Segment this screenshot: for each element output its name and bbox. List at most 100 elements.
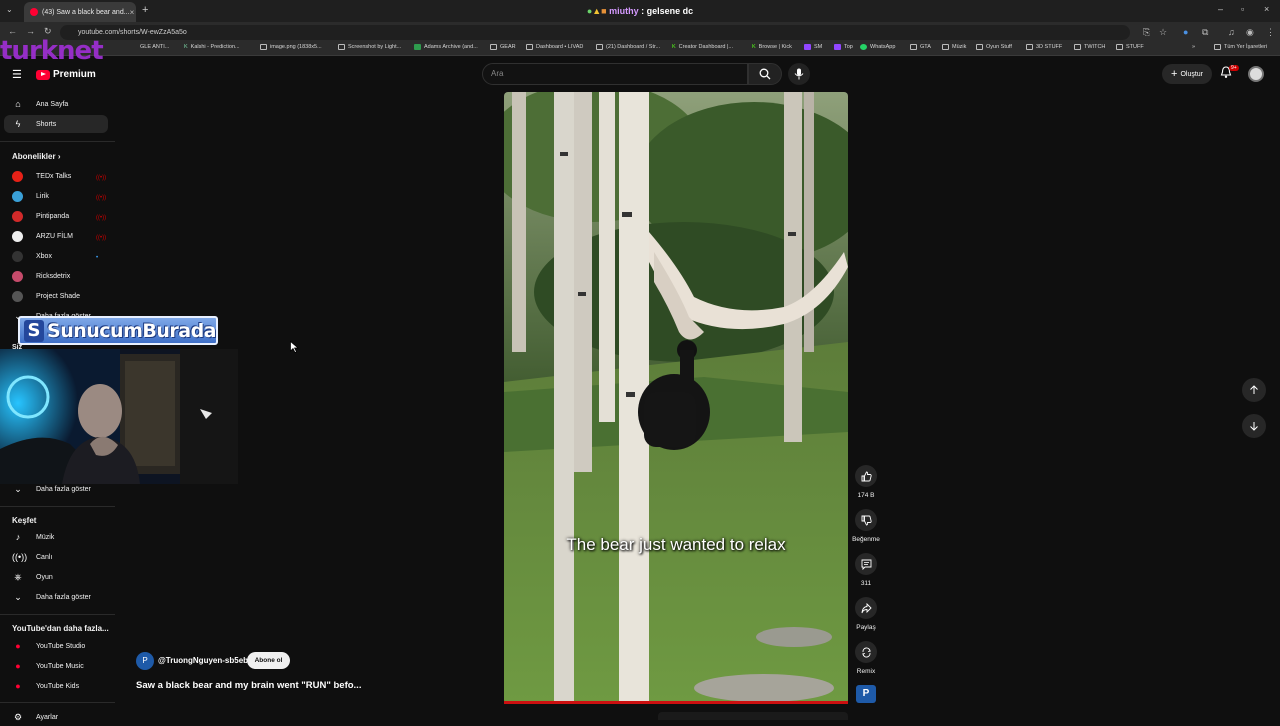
short-video-player[interactable] bbox=[504, 92, 848, 704]
address-row: ← → ↻ youtube.com/shorts/W-ewZzA5a5o ⎘ ☆… bbox=[0, 22, 1280, 42]
channel-avatar bbox=[12, 210, 23, 222]
chevron-right-icon: › bbox=[57, 152, 61, 161]
subscription-channel[interactable]: ARZU FİLM ((•)) bbox=[4, 227, 108, 245]
bookmark-folder[interactable]: 3D STUFF bbox=[1026, 44, 1062, 50]
subscription-channel[interactable]: Ricksdetrix bbox=[4, 267, 108, 285]
live-indicator-icon: ((•)) bbox=[96, 194, 107, 201]
sidebar-item-shorts[interactable]: ϟ Shorts bbox=[4, 115, 108, 133]
bookmark-folder[interactable]: GEAR bbox=[490, 44, 516, 50]
subscription-channel[interactable]: Lirik ((•)) bbox=[4, 187, 108, 205]
bookmark-folder[interactable]: TWITCH bbox=[1074, 44, 1105, 50]
youtube-music-icon: ● bbox=[15, 661, 21, 671]
channel-avatar[interactable]: P bbox=[136, 652, 154, 670]
maximize-icon[interactable]: ▫ bbox=[1241, 4, 1244, 14]
bookmark-star-icon[interactable]: ☆ bbox=[1159, 27, 1167, 38]
music-note-icon: ♪ bbox=[15, 532, 21, 542]
search-button[interactable] bbox=[748, 63, 782, 85]
channel-avatar bbox=[12, 270, 23, 282]
sidebar-item-home[interactable]: ⌂ Ana Sayfa bbox=[4, 95, 108, 113]
banner-logo: S bbox=[24, 319, 45, 342]
bookmark-item[interactable]: Adams Archive (and... bbox=[414, 44, 478, 50]
chevron-down-icon: ⌄ bbox=[14, 591, 22, 602]
youtube-logo[interactable]: Premium bbox=[36, 69, 96, 80]
video-progress-bar[interactable] bbox=[504, 701, 848, 704]
all-bookmarks[interactable]: Tüm Yer İşaretleri bbox=[1214, 44, 1267, 50]
subscription-channel[interactable]: Project Shade bbox=[4, 287, 108, 305]
plus-icon: + bbox=[1171, 68, 1178, 80]
sidebar-item-settings[interactable]: ⚙ Ayarlar bbox=[4, 708, 108, 726]
bookmark-folder[interactable]: STUFF bbox=[1116, 44, 1144, 50]
sidebar-item-youtube-studio[interactable]: ● YouTube Studio bbox=[4, 637, 108, 655]
bookmark-item[interactable]: (21) Dashboard / Str... bbox=[596, 44, 660, 50]
bookmark-item[interactable]: Dashboard • LIVAD bbox=[526, 44, 583, 50]
live-indicator-icon: ((•)) bbox=[96, 234, 107, 241]
close-window-icon[interactable]: × bbox=[1264, 4, 1269, 14]
bookmark-item[interactable]: K Browse | Kick bbox=[752, 44, 792, 50]
comments-button[interactable]: 311 bbox=[849, 553, 883, 587]
bookmark-folder[interactable]: Oyun Stuff bbox=[976, 44, 1012, 50]
more-bookmarks-icon[interactable]: » bbox=[1192, 44, 1195, 50]
subscribe-button[interactable]: Abone ol bbox=[247, 652, 290, 669]
sidebar-item-label: Ana Sayfa bbox=[36, 100, 69, 108]
microphone-icon bbox=[794, 68, 804, 80]
sidebar-item-youtube-music[interactable]: ● YouTube Music bbox=[4, 657, 108, 675]
next-short-preview[interactable] bbox=[658, 712, 848, 720]
thumbs-down-icon bbox=[861, 515, 872, 525]
arrow-down-icon bbox=[1250, 422, 1258, 431]
logo-text: Premium bbox=[53, 69, 96, 80]
short-title[interactable]: Saw a black bear and my brain went "RUN"… bbox=[136, 680, 361, 691]
address-bar[interactable]: youtube.com/shorts/W-ewZzA5a5o bbox=[60, 25, 1130, 40]
voice-search-button[interactable] bbox=[788, 63, 810, 85]
channel-avatar bbox=[12, 290, 23, 302]
bookmark-item[interactable]: SM bbox=[804, 44, 822, 50]
bookmark-item[interactable]: WhatsApp bbox=[860, 44, 895, 50]
subscriptions-heading[interactable]: Abonelikler › bbox=[12, 152, 60, 161]
stream-title: ●▲■ miuthy : gelsene dc bbox=[586, 6, 694, 16]
share-button[interactable]: Paylaş bbox=[849, 597, 883, 631]
remix-button[interactable]: Remix bbox=[849, 641, 883, 675]
subscription-channel[interactable]: Xbox • bbox=[4, 247, 108, 265]
show-more-explore[interactable]: ⌄ Daha fazla göster bbox=[4, 588, 108, 606]
chrome-menu-icon[interactable]: ⋮ bbox=[1266, 27, 1275, 38]
bookmark-item[interactable]: GLE ANTI... bbox=[140, 44, 169, 50]
bookmark-item[interactable]: K Kalshi - Prediction... bbox=[184, 44, 240, 50]
dislike-button[interactable]: Beğenme bbox=[849, 509, 883, 543]
show-more-you[interactable]: ⌄ Daha fazla göster bbox=[4, 480, 108, 498]
bookmark-item[interactable]: image.png (1838x5... bbox=[260, 44, 322, 50]
channel-thumbnail[interactable]: P bbox=[856, 685, 876, 703]
profile-icon[interactable]: ◉ bbox=[1246, 27, 1254, 38]
bookmark-item[interactable]: Top bbox=[834, 44, 853, 50]
bookmark-item[interactable]: K Creator Dashboard |... bbox=[672, 44, 733, 50]
sidebar-item-music[interactable]: ♪ Müzik bbox=[4, 528, 108, 546]
webcam-image bbox=[0, 349, 238, 484]
extension-icon[interactable]: ● bbox=[1183, 27, 1188, 37]
sidebar-item-live[interactable]: ((•)) Canlı bbox=[4, 548, 108, 566]
search-input[interactable]: Ara bbox=[482, 63, 748, 85]
share-label: Paylaş bbox=[856, 624, 876, 631]
bookmark-item[interactable]: Screenshot by Light... bbox=[338, 44, 401, 50]
minimize-icon[interactable]: – bbox=[1218, 4, 1223, 14]
like-button[interactable]: 174 B bbox=[849, 465, 883, 499]
next-short-button[interactable] bbox=[1242, 414, 1266, 438]
account-avatar[interactable] bbox=[1248, 66, 1264, 82]
sunucumburada-banner: S SunucumBurada bbox=[18, 316, 218, 345]
channel-handle[interactable]: @TruongNguyen-sb5eb bbox=[158, 656, 248, 665]
install-icon[interactable]: ⎘ bbox=[1143, 27, 1150, 38]
back-icon[interactable]: ← bbox=[8, 26, 17, 36]
sidebar-item-gaming[interactable]: ⎈ Oyun bbox=[4, 568, 108, 586]
bookmarks-bar: GLE ANTI... K Kalshi - Prediction... imag… bbox=[0, 42, 1280, 56]
hamburger-menu-icon[interactable]: ☰ bbox=[12, 68, 22, 81]
gear-icon: ⚙ bbox=[13, 711, 23, 722]
sidebar-item-youtube-kids[interactable]: ● YouTube Kids bbox=[4, 677, 108, 695]
subscription-channel[interactable]: Pintipanda ((•)) bbox=[4, 207, 108, 225]
bookmark-folder[interactable]: Müzik bbox=[942, 44, 966, 50]
extensions-puzzle-icon[interactable]: ⧉ bbox=[1202, 27, 1208, 38]
subscription-channel[interactable]: TEDx Talks ((•)) bbox=[4, 167, 108, 185]
forward-icon[interactable]: → bbox=[26, 26, 35, 36]
previous-short-button[interactable] bbox=[1242, 378, 1266, 402]
create-label: Oluştur bbox=[1180, 70, 1203, 78]
create-button[interactable]: + Oluştur bbox=[1162, 64, 1212, 84]
media-icon[interactable]: ♫ bbox=[1228, 27, 1235, 37]
search-icon bbox=[759, 68, 771, 80]
bookmark-folder[interactable]: GTA bbox=[910, 44, 931, 50]
